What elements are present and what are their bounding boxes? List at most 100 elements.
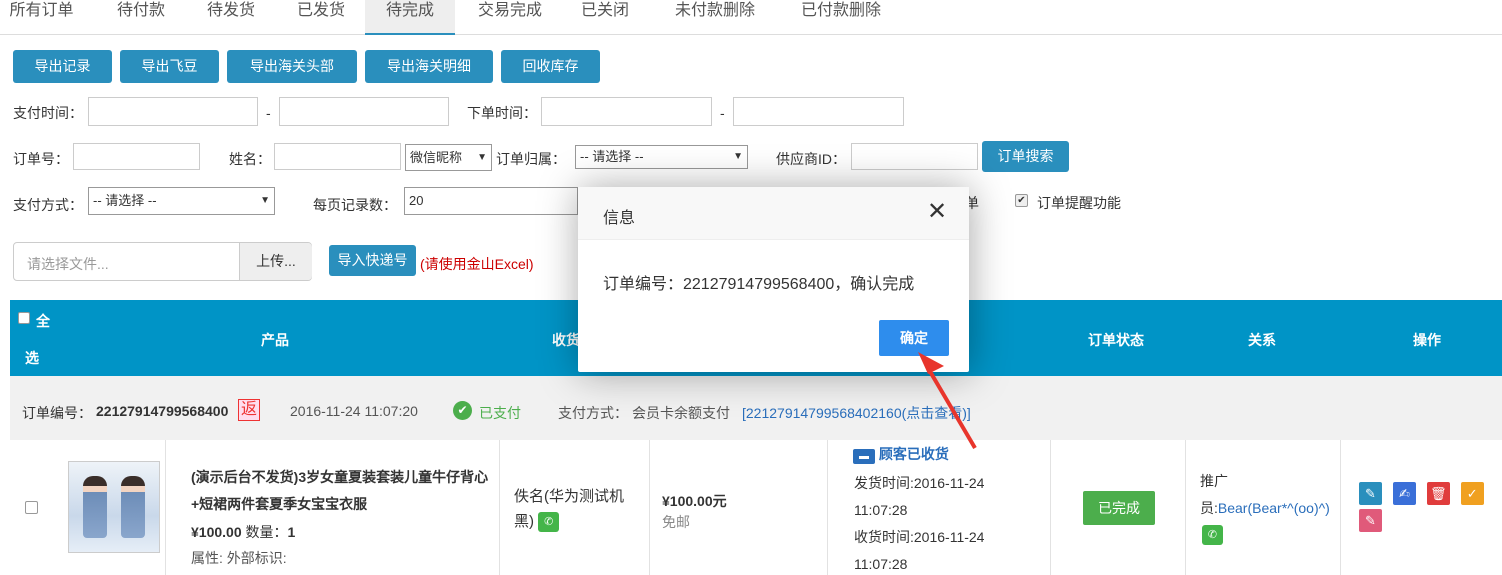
pay-time-separator: - — [266, 105, 271, 121]
status-column-header: 订单状态 — [1088, 332, 1144, 348]
order-number: 22127914799568400 — [96, 403, 229, 419]
dialog-title: 信息 — [603, 210, 636, 227]
pay-time-end-input[interactable] — [279, 97, 449, 126]
select-all-label-1: 全 — [36, 313, 50, 329]
reminder-label: 订单提醒功能 — [1037, 195, 1121, 211]
reminder-checkbox[interactable]: ✔ — [1015, 194, 1028, 207]
relation-value[interactable]: Bear(Bear*^(oo)^) — [1218, 500, 1330, 516]
product-price: ¥100.00 — [191, 524, 242, 540]
chevron-down-icon: ▼ — [260, 195, 270, 206]
product-price-line: ¥100.00 数量：1 — [191, 522, 295, 542]
relation-info: 推广员:Bear(Bear*^(oo)^) — [1200, 468, 1345, 522]
tab-pending-payment[interactable]: 待付款 — [100, 0, 182, 35]
export-customs-head-button[interactable]: 导出海关头部 — [227, 50, 357, 83]
ship-time: 发货时间:2016-11-24 11:07:28 — [854, 475, 985, 518]
wechat-icon: ✆ — [538, 512, 560, 533]
column-divider — [827, 440, 828, 575]
order-no-input[interactable] — [73, 143, 200, 170]
belong-label: 订单归属： — [496, 151, 566, 167]
order-checkbox[interactable] — [25, 501, 38, 514]
wechat-icon: ✆ — [1202, 525, 1223, 545]
dialog-header: 信息 ✕ — [578, 187, 969, 240]
upload-button[interactable]: 上传... — [239, 243, 312, 280]
belong-select[interactable]: -- 请选择 -- ▼ — [575, 145, 748, 169]
file-input[interactable]: 请选择文件... — [27, 254, 109, 274]
recycle-stock-button[interactable]: 回收库存 — [501, 50, 600, 83]
product-title[interactable]: (演示后台不发货)3岁女童夏装套装儿童牛仔背心+短裙两件套夏季女宝宝衣服 — [191, 464, 491, 518]
trash-icon[interactable]: 🗑 — [1426, 482, 1450, 505]
column-divider — [1050, 440, 1051, 575]
arrow-head — [918, 352, 944, 374]
receiver-name: 佚名(华为测试机黑) ✆ — [514, 484, 639, 534]
relation-column-header: 关系 — [1248, 332, 1276, 348]
column-divider — [499, 440, 500, 575]
order-number-label: 订单编号： — [22, 405, 92, 421]
tab-unpaid-deleted[interactable]: 未付款删除 — [660, 0, 770, 35]
arrow-shaft — [926, 366, 977, 450]
receiver-column-header: 收货 — [552, 332, 580, 348]
export-records-button[interactable]: 导出记录 — [13, 50, 112, 83]
quantity-value: 1 — [287, 524, 296, 540]
order-info-bar: 订单编号： 22127914799568400 返 2016-11-24 11:… — [10, 376, 1502, 440]
product-column-header: 产品 — [261, 332, 289, 348]
quantity-label: 数量： — [245, 524, 288, 540]
name-label: 姓名： — [229, 151, 271, 167]
chevron-down-icon: ▼ — [477, 152, 487, 163]
name-type-value: 微信昵称 — [410, 150, 463, 165]
name-input[interactable] — [274, 143, 401, 170]
order-row: (演示后台不发货)3岁女童夏装套装儿童牛仔背心+短裙两件套夏季女宝宝衣服 ¥10… — [10, 440, 1502, 575]
pay-time-start-input[interactable] — [88, 97, 258, 126]
pay-method-select[interactable]: -- 请选择 -- ▼ — [88, 187, 275, 215]
action-icons: ✎ ✍ 🗑 ✓ ✎ — [1359, 482, 1499, 532]
pay-method-text-label: 支付方式： — [558, 405, 628, 421]
order-time-separator: - — [720, 105, 725, 121]
column-divider — [649, 440, 650, 575]
receive-time: 收货时间:2016-11-24 11:07:28 — [854, 529, 985, 572]
paid-check-icon: ✔ — [453, 401, 472, 420]
truck-icon: ▬ — [853, 449, 875, 464]
import-tracking-button[interactable]: 导入快递号 — [329, 245, 416, 276]
chevron-down-icon: ▼ — [733, 151, 743, 162]
export-feidou-button[interactable]: 导出飞豆 — [120, 50, 219, 83]
select-all-label-2: 选 — [25, 350, 39, 366]
product-attributes: 属性: 外部标识: — [191, 550, 287, 566]
tab-shipped[interactable]: 已发货 — [280, 0, 362, 35]
per-page-label: 每页记录数： — [313, 197, 397, 213]
edit-icon[interactable]: ✍ — [1392, 482, 1416, 505]
order-amount: ¥100.00元 — [662, 493, 727, 509]
dialog-message: 订单编号：22127914799568400，确认完成 — [603, 276, 915, 293]
per-page-select[interactable]: 20 — [404, 187, 578, 215]
order-time-start-input[interactable] — [541, 97, 712, 126]
invoice-icon[interactable]: ✓ — [1460, 482, 1484, 505]
paid-status: 已支付 — [479, 405, 521, 421]
tab-closed[interactable]: 已关闭 — [570, 0, 640, 35]
export-customs-detail-button[interactable]: 导出海关明细 — [365, 50, 493, 83]
pay-method-text: 会员卡余额支付 — [632, 405, 730, 421]
excel-hint: (请使用金山Excel) — [420, 256, 534, 272]
order-search-button[interactable]: 订单搜索 — [982, 141, 1069, 172]
supplier-id-input[interactable] — [851, 143, 978, 170]
product-image[interactable] — [68, 461, 160, 553]
select-all-checkbox[interactable] — [18, 312, 30, 324]
name-type-select[interactable]: 微信昵称 ▼ — [405, 144, 492, 171]
order-no-label: 订单号： — [13, 151, 69, 167]
order-date: 2016-11-24 11:07:20 — [290, 403, 418, 419]
annotation-arrow — [918, 352, 977, 450]
review-icon[interactable]: ✎ — [1359, 509, 1382, 532]
actions-column-header: 操作 — [1413, 332, 1441, 348]
order-tabs: 所有订单 待付款 待发货 已发货 待完成 交易完成 已关闭 未付款删除 已付款删… — [0, 0, 1502, 35]
product-figure-right — [121, 476, 145, 538]
tab-pending-completion[interactable]: 待完成 — [365, 0, 455, 35]
tab-completed[interactable]: 交易完成 — [465, 0, 555, 35]
edit-note-icon[interactable]: ✎ — [1359, 482, 1382, 505]
column-divider — [1340, 440, 1341, 575]
tab-pending-shipment[interactable]: 待发货 — [190, 0, 272, 35]
order-time-label: 下单时间： — [467, 105, 537, 121]
tab-all-orders[interactable]: 所有订单 — [0, 0, 83, 35]
completed-status-button[interactable]: 已完成 — [1083, 491, 1155, 525]
belong-value: -- 请选择 -- — [580, 149, 644, 164]
close-icon[interactable]: ✕ — [927, 199, 947, 225]
order-time-end-input[interactable] — [733, 97, 904, 126]
tab-paid-deleted[interactable]: 已付款删除 — [786, 0, 896, 35]
column-divider — [1185, 440, 1186, 575]
